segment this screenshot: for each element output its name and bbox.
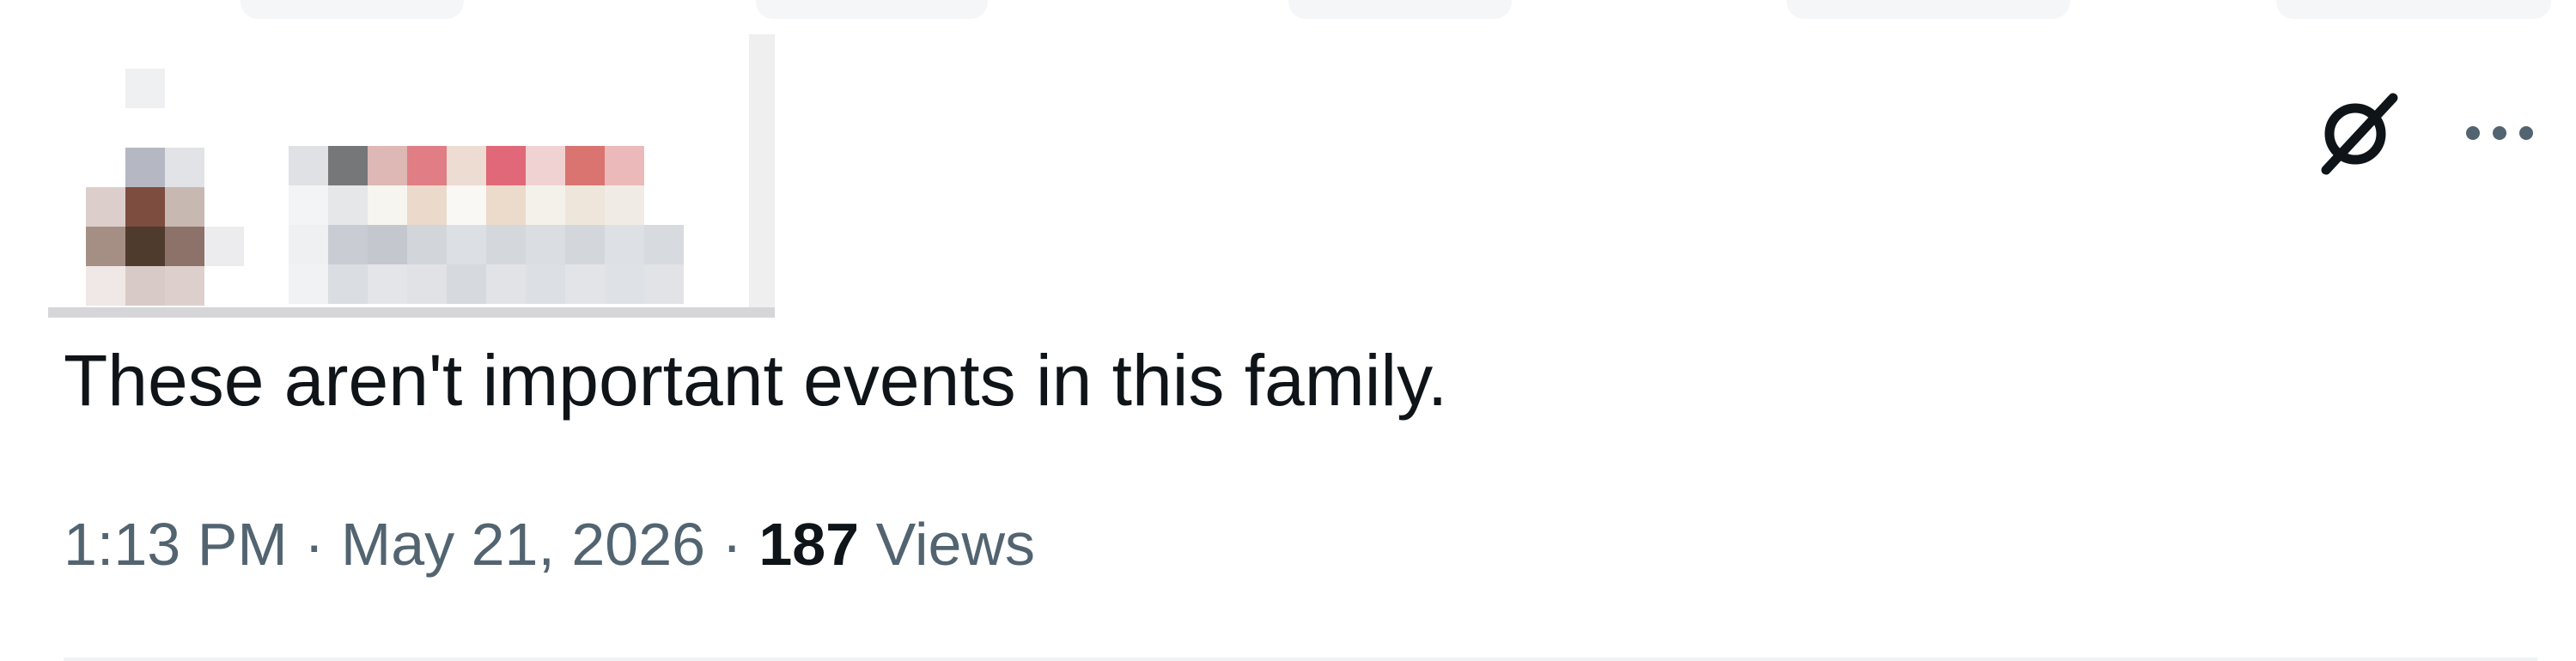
pixel xyxy=(447,146,486,185)
pixel xyxy=(165,227,204,266)
pixel xyxy=(328,225,368,264)
pixel xyxy=(407,146,447,185)
pixel xyxy=(644,225,684,264)
display-name[interactable] xyxy=(289,146,684,304)
pixel xyxy=(125,266,165,306)
pixel xyxy=(447,264,486,304)
pixel xyxy=(165,148,204,187)
pixel xyxy=(165,187,204,227)
pixel xyxy=(125,69,165,108)
pixel xyxy=(644,264,684,304)
pixel xyxy=(526,225,565,264)
timestamp-link[interactable]: 1:13 PM · May 21, 2026 xyxy=(64,511,705,578)
avatar[interactable] xyxy=(86,69,249,309)
tweet-text: These aren't important events in this fa… xyxy=(64,340,1448,421)
tweet-time: 1:13 PM xyxy=(64,511,288,578)
meta-separator: · xyxy=(304,511,325,578)
pixel xyxy=(407,185,447,225)
pixel xyxy=(86,187,125,227)
pixel xyxy=(447,185,486,225)
redaction-edge xyxy=(749,34,775,311)
pixel xyxy=(486,185,526,225)
pixel xyxy=(328,185,368,225)
pixel xyxy=(526,146,565,185)
pixel xyxy=(565,146,605,185)
pixel xyxy=(486,264,526,304)
pixel xyxy=(125,148,165,187)
pixel xyxy=(368,264,407,304)
pixel xyxy=(605,264,644,304)
pixel xyxy=(204,227,244,266)
header-remnant xyxy=(2276,0,2551,19)
pixel xyxy=(289,264,328,304)
tweet-actions xyxy=(2311,86,2534,180)
header-remnant xyxy=(756,0,988,19)
grok-icon-glyph xyxy=(2321,93,2398,175)
header-remnant xyxy=(241,0,464,19)
pixel xyxy=(486,146,526,185)
pixel xyxy=(526,264,565,304)
pixel xyxy=(368,185,407,225)
pixel xyxy=(486,225,526,264)
pixel xyxy=(565,225,605,264)
pixel xyxy=(605,185,644,225)
pixel xyxy=(407,225,447,264)
header-remnant xyxy=(1288,0,1512,19)
pixel xyxy=(565,264,605,304)
header-remnant xyxy=(1787,0,2070,19)
views-link[interactable]: 187 Views xyxy=(758,511,1035,578)
pixel xyxy=(289,146,328,185)
tweet-meta: 1:13 PM · May 21, 2026 · 187 Views xyxy=(64,501,1035,587)
pixel xyxy=(447,225,486,264)
pixel xyxy=(125,187,165,227)
pixel xyxy=(86,227,125,266)
pixel xyxy=(368,146,407,185)
views-count: 187 xyxy=(758,511,860,578)
pixel xyxy=(526,185,565,225)
pixel xyxy=(86,266,125,306)
pixel xyxy=(605,146,644,185)
pixel xyxy=(605,225,644,264)
pixel xyxy=(368,225,407,264)
pixel xyxy=(328,264,368,304)
tweet-date: May 21, 2026 xyxy=(340,511,706,578)
pixel xyxy=(165,266,204,306)
pixel xyxy=(289,225,328,264)
grok-icon[interactable] xyxy=(2311,86,2405,180)
more-icon[interactable] xyxy=(2461,94,2538,172)
pixel xyxy=(289,185,328,225)
pixel xyxy=(407,264,447,304)
redacted-author-header[interactable] xyxy=(48,34,775,318)
pixel xyxy=(125,227,165,266)
divider xyxy=(64,658,2537,661)
tweet-detail: These aren't important events in this fa… xyxy=(0,0,2576,661)
pixel xyxy=(565,185,605,225)
pixel xyxy=(328,146,368,185)
more-icon-glyph xyxy=(2466,126,2533,140)
views-label: Views xyxy=(875,511,1036,578)
meta-separator: · xyxy=(722,511,742,578)
